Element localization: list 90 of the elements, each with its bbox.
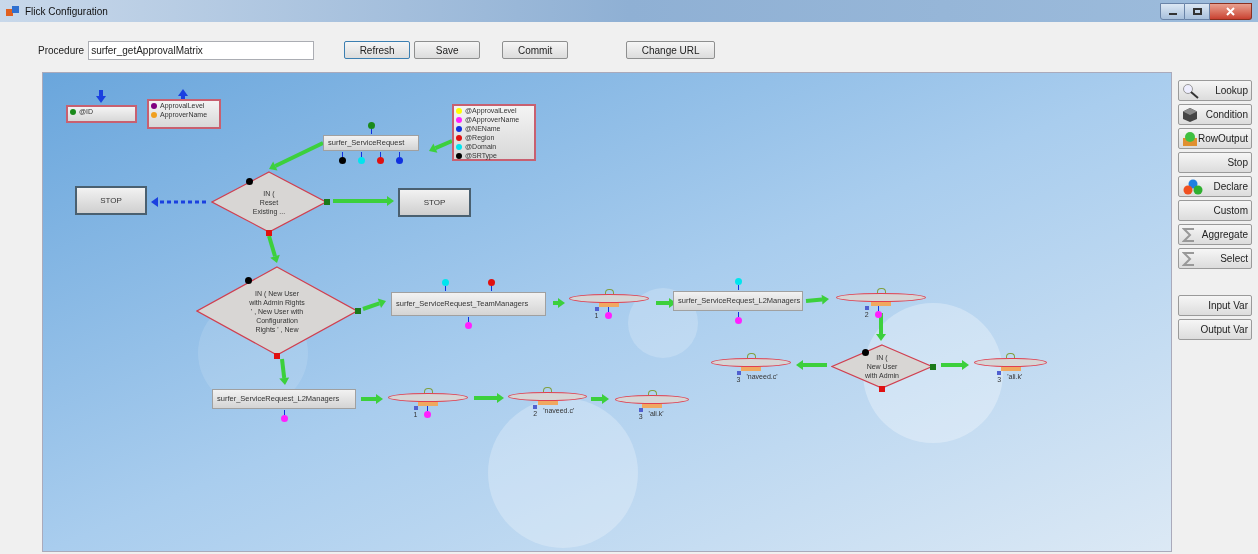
app-icon [6,5,20,17]
output-bar [871,302,891,306]
procedure-label: Procedure [38,43,85,58]
pin-dot[interactable] [357,152,365,164]
connector-arrow [361,394,383,404]
toolbar-button[interactable]: Change URL [626,41,716,59]
output-bar [642,404,662,408]
tab-handle [647,390,657,395]
pin-dot[interactable] [734,278,742,290]
tab-handle [604,289,614,294]
palette-button[interactable]: Select [1178,248,1252,269]
toolbar-button[interactable]: Commit [502,41,569,59]
procedure-field[interactable]: surfer_getApprovalMatrix [88,40,315,60]
minimize-button[interactable] [1160,2,1185,20]
tab-handle [746,353,756,358]
output-row-node[interactable] [836,293,926,302]
sigma-icon [1182,226,1196,243]
output-row-node[interactable] [615,395,689,404]
sigma-icon [1182,250,1196,267]
toolbar-button[interactable]: Refresh [344,41,411,59]
output-row-node[interactable] [508,392,587,401]
search-icon [1182,82,1200,99]
tab-handle [423,388,433,393]
close-icon [1226,6,1235,16]
connector-arrow [656,298,676,308]
palette-button[interactable]: Custom [1178,200,1252,221]
connector-arrow [362,298,386,311]
connector-arrow [474,393,504,403]
port-square [266,230,272,236]
cube-icon [1182,106,1198,123]
pin-dot[interactable] [338,152,346,164]
palette-button[interactable]: Output Var [1178,319,1252,340]
connector-arrow [267,235,280,263]
connector-arrow [591,394,609,404]
balls-icon [1182,178,1204,195]
output-bar [537,401,558,405]
pin-dot[interactable] [874,306,882,318]
palette-button[interactable]: Stop [1178,152,1252,173]
palette-button[interactable]: Condition [1178,104,1252,125]
pin-dot[interactable] [441,279,449,291]
output-row-node[interactable] [569,294,649,303]
output-bar [418,402,438,406]
connector-arrow [333,196,394,206]
output-row-node[interactable] [388,393,468,402]
connector-arrow [279,358,290,385]
tab-handle [876,288,886,293]
maximize-button[interactable] [1185,2,1210,20]
pin-dot[interactable] [465,317,472,329]
condition-diamond[interactable] [211,171,327,233]
port-square [930,363,936,370]
tab-handle [543,387,552,392]
port-square [324,199,330,205]
output-bar [1000,367,1021,371]
blocks-icon [1182,130,1198,147]
output-row-node[interactable] [974,358,1047,367]
toolbar-button[interactable]: Save [414,41,481,59]
connector-arrow [876,313,886,341]
connector-arrow [553,298,565,308]
connector-arrow [96,90,106,103]
pin-dot[interactable] [280,410,288,422]
connector-arrow [429,139,453,153]
pin-dot[interactable] [377,152,385,164]
pin-dot[interactable] [488,279,496,291]
pin-dot[interactable] [367,122,375,134]
close-button[interactable] [1210,2,1252,20]
connector-arrow [796,360,827,370]
pin-dot[interactable] [396,152,404,164]
palette-button[interactable]: Declare [1178,176,1252,197]
condition-diamond[interactable] [831,344,933,389]
pin-dot[interactable] [423,406,431,418]
connector-arrow [805,294,829,305]
window-title: Flick Configuration [25,4,108,19]
connector-arrow [269,141,324,171]
condition-diamond[interactable] [196,266,358,356]
connector-arrow [151,197,206,207]
palette-button[interactable]: Lookup [1178,80,1252,101]
pin-dot[interactable] [604,307,612,319]
port-square [879,386,885,392]
palette-button[interactable]: Aggregate [1178,224,1252,245]
port-square [274,353,280,359]
pin-dot[interactable] [734,312,742,324]
stop-node[interactable]: STOP [398,188,471,217]
connector-arrow [941,360,969,370]
stop-node[interactable]: STOP [75,186,147,215]
output-row-node[interactable] [711,358,791,367]
palette-button[interactable]: Input Var [1178,295,1252,316]
output-bar [599,303,619,307]
port-square [355,308,361,314]
palette-button[interactable]: RowOutput [1178,128,1252,149]
output-bar [741,367,761,371]
